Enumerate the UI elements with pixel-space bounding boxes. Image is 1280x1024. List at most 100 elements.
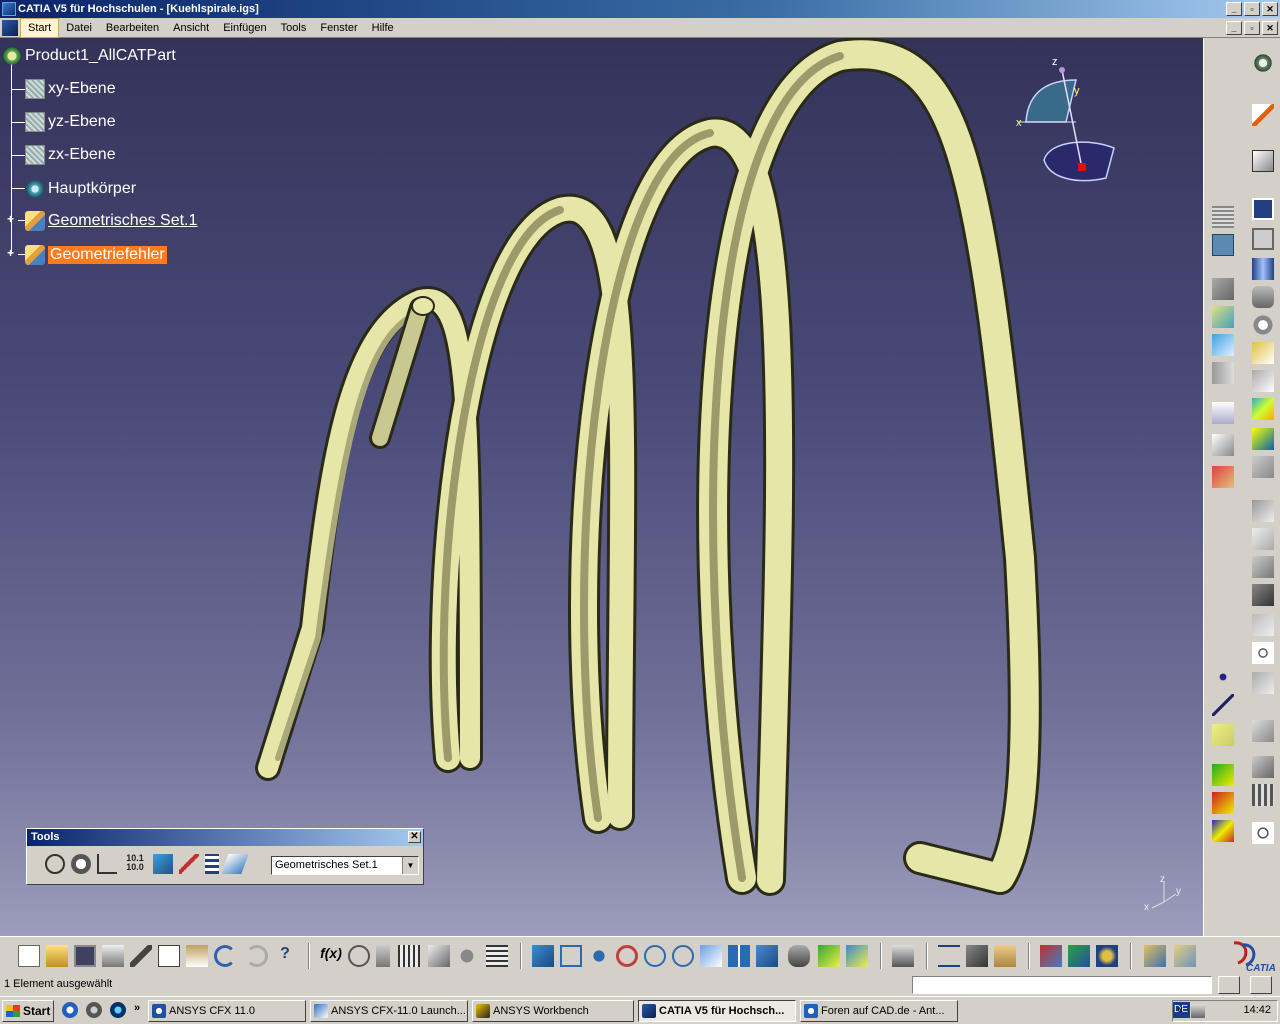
fit-all-icon[interactable] (560, 945, 582, 967)
save-icon[interactable] (74, 945, 96, 967)
surface-icon[interactable] (1212, 306, 1234, 328)
work-object-icon[interactable] (153, 854, 173, 874)
snap-grid-icon[interactable]: 10.1 10.0 (123, 854, 147, 874)
menu-bearbeiten[interactable]: Bearbeiten (99, 18, 166, 38)
expand-plus-icon[interactable]: + (6, 213, 15, 225)
knowledge-icon[interactable] (376, 945, 390, 967)
doc-restore-button[interactable]: ▫ (1244, 21, 1260, 35)
text-abc-icon[interactable] (1212, 402, 1234, 424)
stiffener-icon[interactable] (1252, 428, 1274, 450)
tree-item-yz-plane[interactable]: yz-Ebene (25, 111, 116, 133)
tree-item-xy-plane[interactable]: xy-Ebene (25, 78, 116, 100)
measure-item-icon[interactable] (966, 945, 988, 967)
normal-view-icon[interactable] (700, 945, 722, 967)
desktop-quicklaunch-icon[interactable] (86, 1002, 102, 1018)
translate-icon[interactable] (1252, 720, 1274, 742)
multi-view-icon[interactable] (728, 945, 750, 967)
groove-icon[interactable] (1252, 286, 1274, 308)
menu-hilfe[interactable]: Hilfe (365, 18, 401, 38)
zoom-in-icon[interactable] (644, 945, 666, 967)
task-cad-forum[interactable]: Foren auf CAD.de - Ant... (800, 1000, 958, 1022)
scale-icon[interactable] (1252, 822, 1274, 844)
constraint-icon[interactable] (179, 854, 199, 874)
hole-icon[interactable] (1252, 314, 1274, 336)
macro-icon[interactable] (486, 945, 508, 967)
axis-tool-icon[interactable] (1212, 234, 1234, 256)
menu-tools[interactable]: Tools (274, 18, 314, 38)
apply-material-icon[interactable] (1040, 945, 1062, 967)
catalog-icon[interactable] (428, 945, 450, 967)
slot-icon[interactable] (1252, 370, 1274, 392)
quicklaunch-more[interactable]: » (134, 1002, 140, 1014)
formula-icon[interactable]: f(x) (320, 945, 342, 967)
workbench-switch-icon[interactable] (1174, 945, 1196, 967)
analysis-icon[interactable] (892, 945, 914, 967)
fly-mode-icon[interactable] (532, 945, 554, 967)
status-option-button[interactable] (1218, 976, 1240, 994)
plane-create-icon[interactable] (1212, 724, 1234, 746)
workbench-icon[interactable] (1144, 945, 1166, 967)
tree-item-geometrisches-set[interactable]: Geometrisches Set.1 (25, 210, 197, 232)
tree-item-hauptkoerper[interactable]: Hauptkörper (25, 178, 136, 200)
update-icon[interactable] (45, 854, 65, 874)
environment-icon[interactable] (1096, 945, 1118, 967)
axis-system-icon[interactable] (97, 854, 117, 874)
status-cancel-button[interactable] (1250, 976, 1272, 994)
tools-close-button[interactable]: ✕ (408, 831, 421, 843)
doc-minimize-button[interactable]: _ (1226, 21, 1242, 35)
tree-root[interactable]: Product1_AllCATPart (2, 45, 176, 67)
swap-space-icon[interactable] (846, 945, 868, 967)
minimize-button[interactable]: _ (1226, 2, 1242, 16)
menu-start[interactable]: Start (20, 18, 60, 38)
compass-widget[interactable]: z y x (1010, 50, 1120, 190)
rib-icon[interactable] (1252, 342, 1274, 364)
tools-panel-title[interactable]: Tools ✕ (27, 829, 423, 846)
task-ansys-cfx-launcher[interactable]: ANSYS CFX-11.0 Launch... (310, 1000, 468, 1022)
measure-icon[interactable] (1212, 466, 1234, 488)
doc-close-button[interactable]: ✕ (1262, 21, 1278, 35)
measure-inertia-icon[interactable] (994, 945, 1016, 967)
boolean-add-icon[interactable] (1212, 764, 1234, 786)
open-folder-icon[interactable] (46, 945, 68, 967)
volume-icon[interactable] (1191, 1004, 1205, 1018)
knowledge-gear-icon[interactable] (1252, 52, 1274, 74)
close-button[interactable]: ✕ (1262, 2, 1278, 16)
ie-quicklaunch-icon[interactable] (62, 1002, 78, 1018)
boolean-remove-icon[interactable] (1212, 792, 1234, 814)
render-icon[interactable] (1068, 945, 1090, 967)
help-icon[interactable]: ? (274, 945, 296, 967)
rotate-icon[interactable] (616, 945, 638, 967)
tools-panel[interactable]: Tools ✕ 10.1 10.0 Geometrisches Set.1 ▼ (26, 828, 424, 885)
plane-tool-icon[interactable] (1212, 206, 1234, 228)
task-ansys-cfx[interactable]: ANSYS CFX 11.0 (148, 1000, 306, 1022)
comment-icon[interactable] (348, 945, 370, 967)
solid-combine-icon[interactable] (1252, 398, 1274, 420)
new-document-icon[interactable] (18, 945, 40, 967)
pattern-icon[interactable] (1252, 784, 1274, 806)
print-icon[interactable] (102, 945, 124, 967)
eraser-icon[interactable] (1212, 334, 1234, 356)
restore-button[interactable]: ▫ (1244, 2, 1260, 16)
define-work-object-icon[interactable] (221, 854, 249, 874)
tree-item-geometriefehler[interactable]: Geometriefehler (25, 244, 167, 266)
select-arrow-icon[interactable] (1252, 104, 1274, 126)
lock-icon[interactable] (456, 945, 478, 967)
shaft-icon[interactable] (1252, 258, 1274, 280)
menu-fenster[interactable]: Fenster (313, 18, 364, 38)
cut-icon[interactable] (130, 945, 152, 967)
thread-icon[interactable] (1252, 642, 1274, 664)
tray-expand[interactable]: « (1177, 1004, 1183, 1016)
pocket-icon[interactable] (1252, 228, 1274, 250)
multi-section-icon[interactable] (1212, 362, 1234, 384)
tree-item-zx-plane[interactable]: zx-Ebene (25, 144, 116, 166)
start-button[interactable]: Start (2, 1000, 54, 1022)
menu-einfuegen[interactable]: Einfügen (216, 18, 273, 38)
sketch-icon[interactable] (1252, 150, 1274, 172)
expand-plus-icon[interactable]: + (6, 247, 15, 259)
hand-icon[interactable] (71, 854, 91, 874)
boolean-intersect-icon[interactable] (1212, 820, 1234, 842)
catia-app-icon[interactable] (2, 2, 16, 16)
iso-view-icon[interactable] (756, 945, 778, 967)
shell-icon[interactable] (1252, 584, 1274, 606)
menu-datei[interactable]: Datei (59, 18, 99, 38)
